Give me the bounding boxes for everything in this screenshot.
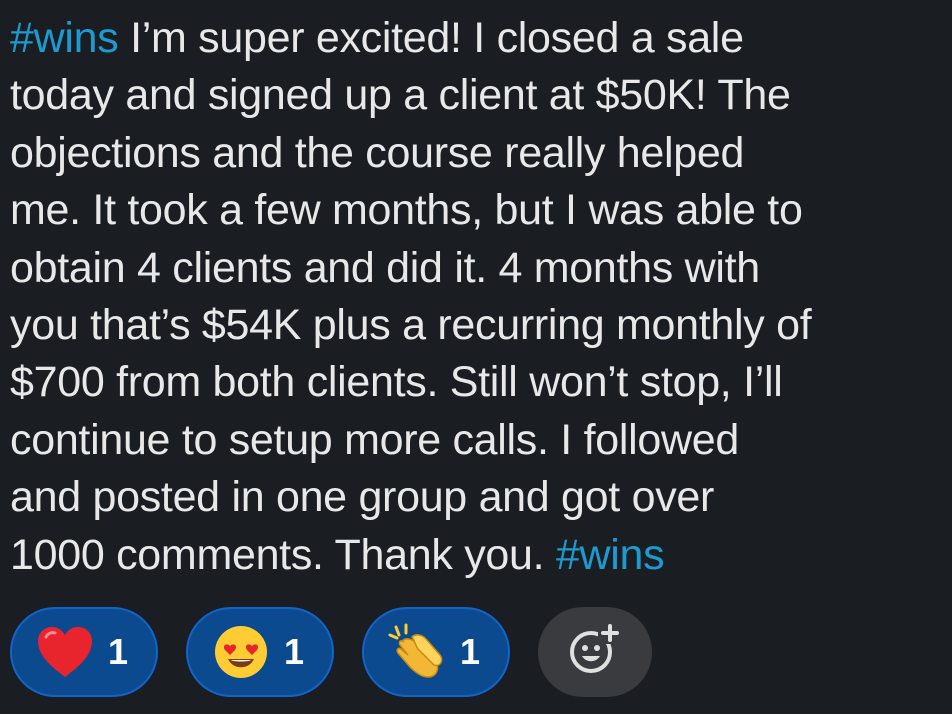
reaction-heart-eyes-button[interactable]: 1 — [186, 607, 334, 697]
reaction-clap-button[interactable]: 1 — [362, 607, 510, 697]
message-line: $700 from both clients. Still won’t stop… — [10, 358, 783, 407]
message-line: today and signed up a client at $50K! Th… — [10, 71, 791, 120]
message-line: #wins I’m super excited! I closed a sale — [10, 10, 945, 67]
message-line: me. It took a few months, but I was able… — [10, 186, 803, 235]
message-line: objections and the course really helped — [10, 128, 745, 177]
reaction-bar: 1 1 1 — [10, 607, 652, 697]
add-reaction-button[interactable] — [538, 607, 652, 697]
reaction-count: 1 — [284, 631, 305, 672]
heart-eyes-face-icon — [212, 623, 270, 681]
message-view: #wins I’m super excited! I closed a sale… — [0, 0, 952, 714]
message-text: 1000 comments. Thank you. — [10, 530, 556, 579]
message-line: you that’s $54K plus a recurring monthly… — [10, 301, 812, 350]
reaction-count: 1 — [460, 631, 481, 672]
hashtag-link[interactable]: #wins — [10, 14, 119, 62]
message-body: #wins I’m super excited! I closed a sale… — [10, 10, 945, 584]
message-line: and posted in one group and got over — [10, 473, 715, 522]
message-line: continue to setup more calls. I followed — [10, 415, 739, 464]
reaction-heart-button[interactable]: 1 — [10, 607, 158, 697]
hashtag-link[interactable]: #wins — [556, 531, 665, 579]
message-text: I’m super excited! I closed a sale — [118, 14, 744, 62]
add-reaction-icon — [567, 622, 623, 683]
heart-icon — [36, 623, 94, 681]
message-line: 1000 comments. Thank you. #wins — [10, 527, 945, 584]
clapping-hands-icon — [388, 623, 446, 681]
reaction-count: 1 — [108, 631, 129, 672]
message-line: obtain 4 clients and did it. 4 months wi… — [10, 243, 760, 292]
